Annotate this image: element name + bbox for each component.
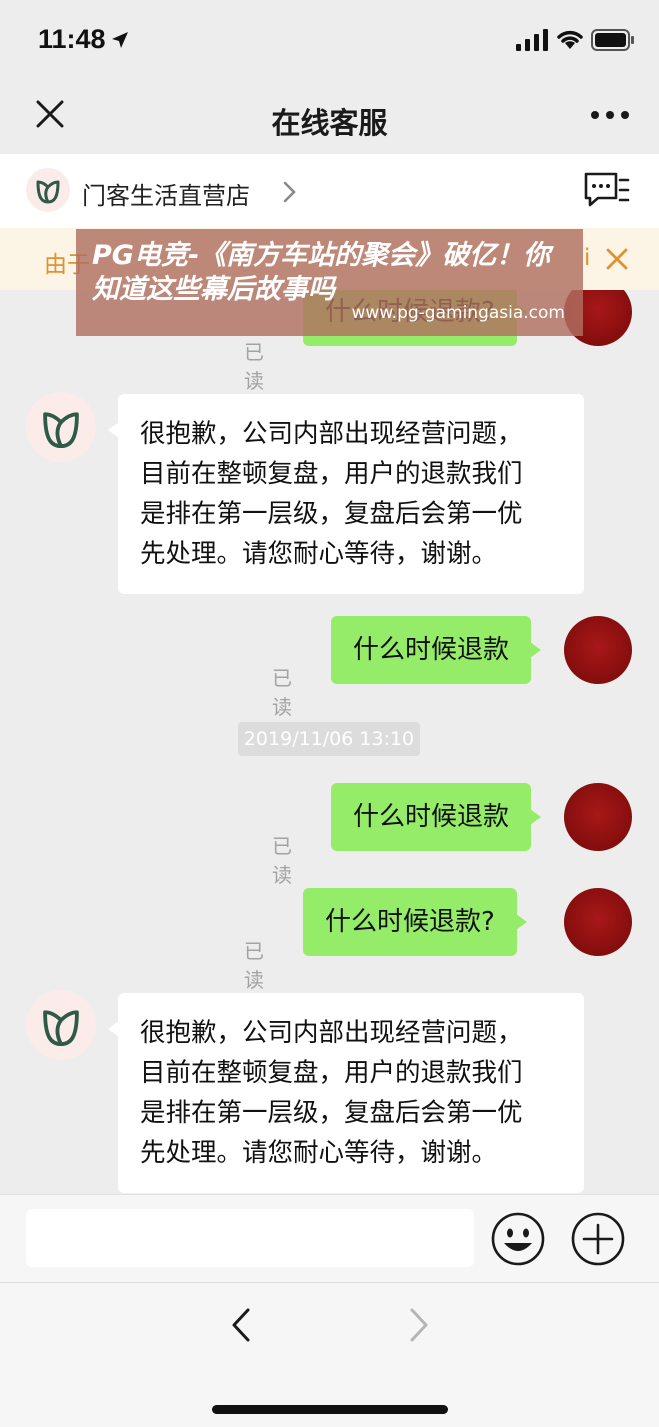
message-line: 很抱歉，公司内部出现经营问题， bbox=[140, 419, 523, 449]
message-input[interactable] bbox=[26, 1209, 474, 1267]
home-indicator[interactable] bbox=[212, 1405, 448, 1414]
read-status: 已读 bbox=[272, 834, 292, 887]
forward-arrow-icon[interactable] bbox=[404, 1307, 434, 1343]
signal-icon bbox=[516, 29, 548, 51]
status-bar: 11:48 bbox=[0, 0, 659, 80]
watermark-banner: PG电竞-《南方车站的聚会》破亿！你知道这些幕后故事吗 www.pg-gamin… bbox=[76, 229, 583, 336]
notice-close-icon[interactable] bbox=[604, 246, 630, 272]
shop-avatar[interactable] bbox=[26, 990, 96, 1060]
back-arrow-icon[interactable] bbox=[226, 1307, 256, 1343]
status-time: 11:48 bbox=[38, 24, 106, 54]
chat-area[interactable]: 什么时候退款? 已读 很抱歉，公司内部出现经营问题， 目前在整顿复盘，用户的退款… bbox=[0, 290, 659, 1194]
shop-header[interactable]: 门客生活直营店 bbox=[0, 154, 659, 228]
leaf-logo-icon bbox=[43, 412, 79, 448]
watermark-url: www.pg-gamingasia.com bbox=[351, 303, 565, 323]
read-status: 已读 bbox=[244, 340, 264, 393]
message-line: 先处理。请您耐心等待，谢谢。 bbox=[140, 1138, 498, 1168]
message-line: 是排在第一层级，复盘后会第一优 bbox=[140, 499, 523, 529]
notice-text-tail: i bbox=[584, 245, 591, 271]
shop-avatar[interactable] bbox=[26, 392, 96, 462]
message-bubble-incoming[interactable]: 很抱歉，公司内部出现经营问题， 目前在整顿复盘，用户的退款我们 是排在第一层级，… bbox=[108, 394, 584, 594]
message-line: 目前在整顿复盘，用户的退款我们 bbox=[140, 1058, 523, 1088]
more-icon[interactable] bbox=[590, 108, 630, 122]
message-bubble-outgoing[interactable]: 什么时候退款 bbox=[331, 783, 542, 851]
watermark-title: PG电竞-《南方车站的聚会》破亿！你知道这些幕后故事吗 bbox=[92, 240, 551, 305]
message-bubble-outgoing[interactable]: 什么时候退款 bbox=[331, 616, 542, 684]
message-line: 很抱歉，公司内部出现经营问题， bbox=[140, 1018, 523, 1048]
shop-name[interactable]: 门客生活直营店 bbox=[82, 176, 250, 211]
input-bar bbox=[0, 1194, 659, 1282]
message-line: 目前在整顿复盘，用户的退款我们 bbox=[140, 459, 523, 489]
nav-bar: 在线客服 bbox=[0, 80, 659, 154]
leaf-logo-icon bbox=[36, 180, 60, 204]
message-bubble-incoming[interactable]: 很抱歉，公司内部出现经营问题， 目前在整顿复盘，用户的退款我们 是排在第一层级，… bbox=[108, 993, 584, 1193]
browser-bottom-nav bbox=[0, 1282, 659, 1427]
user-avatar[interactable] bbox=[564, 616, 632, 684]
battery-icon bbox=[591, 29, 634, 51]
shop-logo bbox=[26, 168, 70, 212]
emoji-icon[interactable] bbox=[490, 1211, 546, 1267]
read-status: 已读 bbox=[272, 666, 292, 719]
leaf-logo-icon bbox=[43, 1010, 79, 1046]
wifi-icon bbox=[557, 30, 583, 49]
page-title: 在线客服 bbox=[271, 106, 388, 140]
customer-service-icon[interactable] bbox=[582, 170, 630, 212]
user-avatar[interactable] bbox=[564, 783, 632, 851]
plus-icon[interactable] bbox=[570, 1211, 626, 1267]
message-bubble-outgoing[interactable]: 什么时候退款? bbox=[303, 888, 527, 956]
chat-timestamp: 2019/11/06 13:10 bbox=[238, 722, 420, 756]
read-status: 已读 bbox=[244, 939, 264, 992]
location-arrow-icon bbox=[112, 32, 128, 48]
chevron-right-icon[interactable] bbox=[282, 180, 298, 204]
message-line: 先处理。请您耐心等待，谢谢。 bbox=[140, 539, 498, 569]
message-line: 是排在第一层级，复盘后会第一优 bbox=[140, 1098, 523, 1128]
user-avatar[interactable] bbox=[564, 888, 632, 956]
